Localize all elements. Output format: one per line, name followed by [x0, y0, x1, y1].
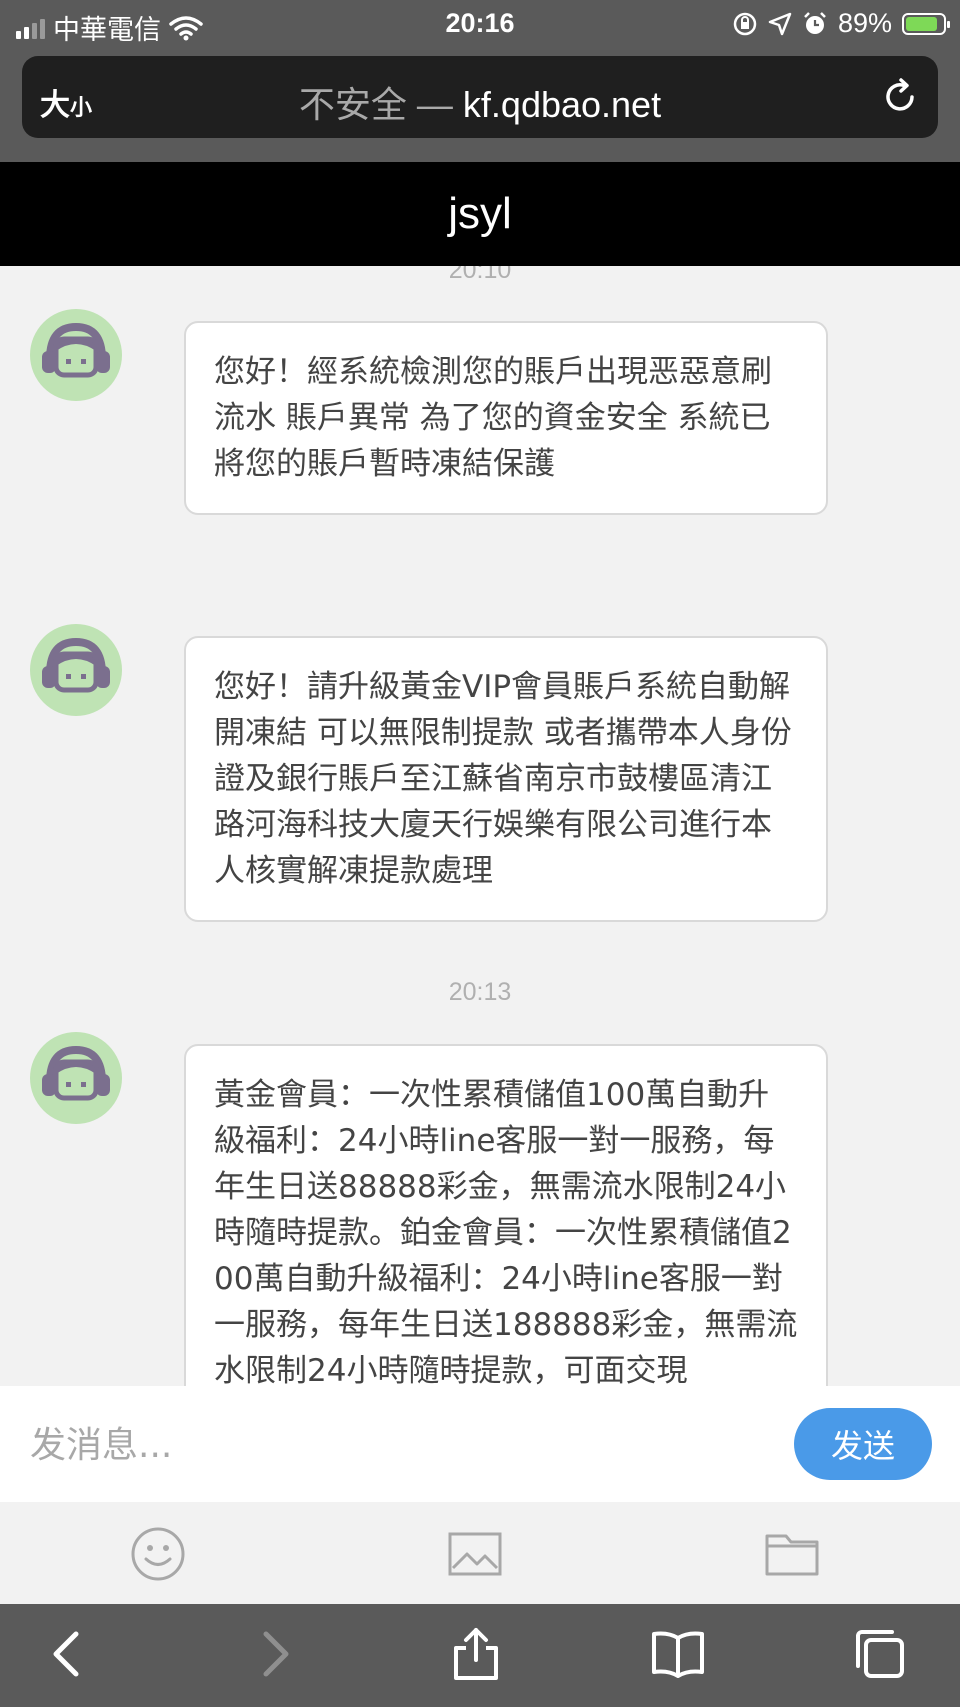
tabs-icon[interactable] [852, 1626, 908, 1682]
emoji-icon[interactable] [130, 1526, 186, 1582]
message-bubble: 您好！經系統檢測您的賬戶出現恶惡意刷流水 賬戶異常 為了您的資金安全 系統已將您… [184, 321, 828, 515]
location-icon [768, 12, 792, 35]
agent-avatar [30, 1032, 122, 1124]
composer-toolbar [0, 1502, 960, 1604]
support-agent-icon [42, 322, 110, 378]
support-agent-icon [42, 637, 110, 693]
battery-icon [902, 12, 950, 35]
reload-icon[interactable] [880, 76, 920, 116]
agent-avatar [30, 624, 122, 716]
browser-bottom-bar [0, 1604, 960, 1707]
back-icon[interactable] [40, 1626, 96, 1682]
url-insecure-label: 不安全 — [298, 84, 453, 125]
chat-title: jsyl [0, 162, 960, 266]
image-icon[interactable] [447, 1526, 503, 1582]
url-text[interactable]: 不安全 — kf.qdbao.net [22, 76, 938, 128]
message-bubble: 黃金會員：一次性累積儲值100萬自動升級福利：24小時line客服一對一服務，每… [184, 1044, 828, 1386]
folder-icon[interactable] [764, 1526, 820, 1582]
battery-percent: 89% [837, 8, 892, 38]
alarm-icon [804, 11, 826, 34]
message-input[interactable] [28, 1414, 772, 1476]
chat-messages[interactable]: 20:10 您好！經系統檢測您的賬戶出現恶惡意刷流水 賬戶異常 為了您的資金安全… [0, 266, 960, 1386]
battery-fill [906, 16, 937, 31]
message-timestamp: 20:10 [448, 266, 512, 284]
bookmarks-icon[interactable] [650, 1626, 706, 1682]
orientation-lock-icon [733, 12, 757, 35]
url-domain: kf.qdbao.net [462, 84, 662, 125]
share-icon[interactable] [448, 1626, 504, 1682]
message-timestamp: 20:13 [448, 978, 512, 1006]
message-composer: 发送 [0, 1386, 960, 1502]
forward-icon[interactable] [246, 1626, 302, 1682]
browser-top-bar: 大小 不安全 — kf.qdbao.net [0, 48, 960, 162]
agent-avatar [30, 309, 122, 401]
message-bubble: 您好！請升級黃金VIP會員賬戶系統自動解開凍結 可以無限制提款 或者攜帶本人身份… [184, 636, 828, 922]
support-agent-icon [42, 1045, 110, 1101]
address-bar[interactable]: 大小 不安全 — kf.qdbao.net [22, 56, 938, 138]
status-bar: 中華電信 20:16 89% [0, 0, 960, 48]
send-button[interactable]: 发送 [794, 1408, 932, 1480]
status-bar-right: 89% [732, 8, 950, 39]
